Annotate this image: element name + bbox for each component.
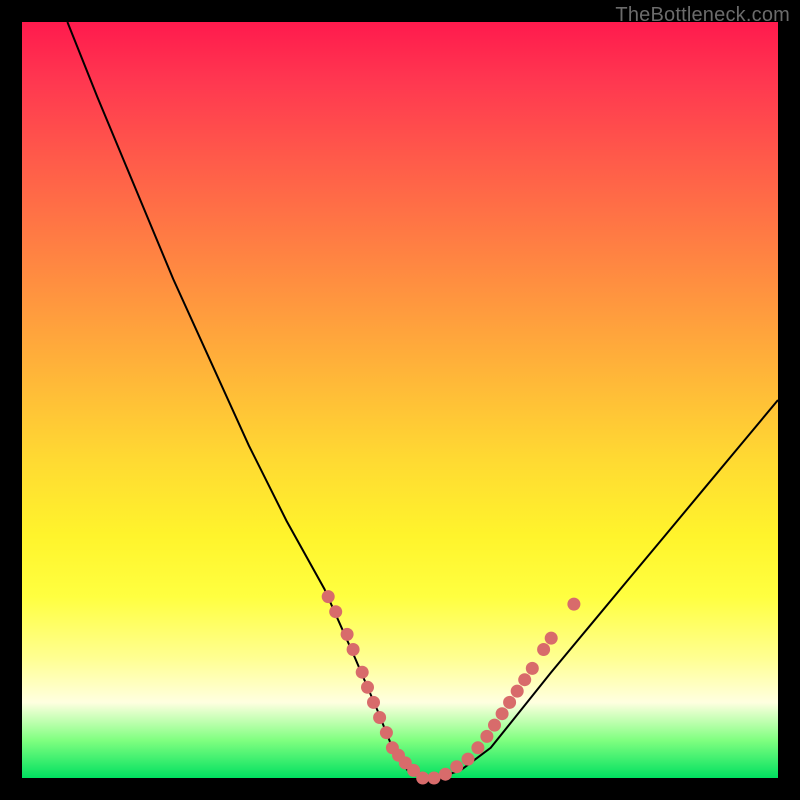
data-point <box>471 741 484 754</box>
data-point <box>367 696 380 709</box>
data-point <box>428 772 441 785</box>
chart-canvas <box>22 22 778 778</box>
data-point <box>526 662 539 675</box>
data-point <box>329 605 342 618</box>
data-point <box>322 590 335 603</box>
bottleneck-curve <box>67 22 778 778</box>
data-point <box>341 628 354 641</box>
data-point <box>567 598 580 611</box>
data-point <box>416 772 429 785</box>
data-point <box>347 643 360 656</box>
chart-svg <box>22 22 778 778</box>
data-point <box>380 726 393 739</box>
data-points-group <box>322 590 581 784</box>
data-point <box>503 696 516 709</box>
data-point <box>545 632 558 645</box>
data-point <box>462 753 475 766</box>
data-point <box>480 730 493 743</box>
data-point <box>496 707 509 720</box>
watermark-text: TheBottleneck.com <box>615 4 790 27</box>
data-point <box>356 666 369 679</box>
data-point <box>361 681 374 694</box>
data-point <box>511 685 524 698</box>
data-point <box>439 768 452 781</box>
data-point <box>518 673 531 686</box>
data-point <box>450 760 463 773</box>
data-point <box>373 711 386 724</box>
data-point <box>488 719 501 732</box>
data-point <box>537 643 550 656</box>
